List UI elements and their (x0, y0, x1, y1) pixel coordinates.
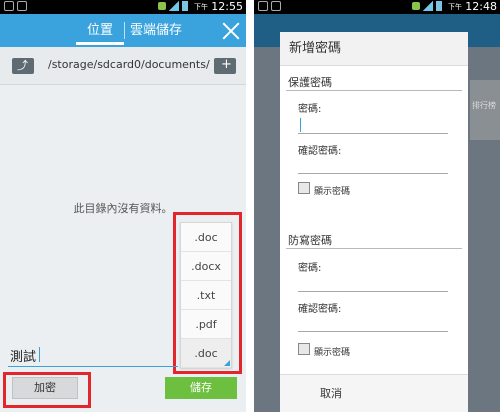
usb-icon (17, 1, 27, 11)
protect-password-section-title: 保護密碼 (288, 76, 332, 89)
write-password-label: 密碼: (298, 263, 322, 274)
extension-option-docx[interactable]: .docx (181, 252, 231, 281)
write-confirm-password-field[interactable] (298, 314, 448, 332)
filename-underline (8, 366, 178, 367)
password-label: 密碼: (298, 104, 322, 115)
new-folder-icon[interactable] (214, 57, 236, 74)
folder-up-icon[interactable] (12, 58, 34, 74)
status-icons (412, 1, 442, 11)
tab-bar: 位置 雲端儲存 (0, 14, 246, 47)
show-password-checkbox[interactable] (298, 182, 310, 194)
status-time: 12:55 (211, 0, 243, 13)
notification-icons (258, 1, 281, 11)
cancel-button[interactable]: 取消 (320, 385, 342, 401)
extension-option-doc[interactable]: .doc (181, 223, 231, 252)
screenshot-frame: 下午 12:55 位置 雲端儲存 /storage/sdcard0/docume… (0, 0, 500, 412)
signal-icon (169, 1, 179, 11)
close-icon[interactable] (222, 22, 240, 40)
extension-option-pdf[interactable]: .pdf (181, 310, 231, 339)
battery-icon (436, 1, 442, 11)
status-ampm: 下午 (194, 3, 208, 11)
status-ampm: 下午 (448, 3, 462, 11)
new-password-dialog: 新增密碼 保護密碼 密碼: 確認密碼: 顯示密碼 防寫密碼 密碼: 確認密碼: … (280, 32, 468, 412)
usb-icon (271, 1, 281, 11)
dimmed-label: 排行榜 (472, 101, 496, 110)
signal-icon (423, 1, 433, 11)
status-bar: 下午 12:48 (254, 0, 500, 14)
confirm-password-field[interactable] (298, 156, 448, 174)
sync-icon (412, 2, 420, 10)
save-button[interactable]: 儲存 (165, 377, 237, 399)
section-divider (286, 248, 462, 249)
dialog-button-bar: 取消 (280, 374, 468, 412)
password-dialog-screen: 下午 12:48 排行榜 新增密碼 保護密碼 密碼: 確認密碼: 顯示密碼 防寫… (254, 0, 500, 412)
save-dialog-screen: 下午 12:55 位置 雲端儲存 /storage/sdcard0/docume… (0, 0, 246, 412)
status-icons (158, 1, 188, 11)
write-confirm-password-label: 確認密碼: (298, 304, 342, 315)
notification-icon (258, 1, 268, 11)
text-cursor (39, 347, 40, 362)
dropdown-corner-icon (224, 360, 230, 366)
password-field[interactable] (298, 116, 448, 134)
tab-cloud-storage[interactable]: 雲端儲存 (128, 14, 184, 47)
file-extension-dropdown[interactable]: .doc .docx .txt .pdf .doc (180, 222, 232, 368)
dimmed-side-panel: 排行榜 (470, 80, 500, 140)
confirm-password-label: 確認密碼: (298, 146, 342, 157)
write-password-field[interactable] (298, 274, 448, 292)
write-show-password-checkbox[interactable] (298, 343, 310, 355)
write-protect-section-title: 防寫密碼 (288, 234, 332, 247)
status-bar: 下午 12:55 (0, 0, 246, 14)
notification-icons (4, 1, 27, 11)
dialog-title: 新增密碼 (280, 32, 468, 66)
text-cursor (300, 118, 301, 132)
tab-divider (124, 22, 125, 39)
write-show-password-label: 顯示密碼 (314, 348, 351, 358)
path-bar: /storage/sdcard0/documents/ (0, 47, 246, 85)
notification-icon (4, 1, 14, 11)
empty-folder-message: 此目錄內沒有資料。 (73, 202, 173, 215)
show-password-label: 顯示密碼 (314, 187, 351, 197)
section-divider (286, 90, 462, 91)
sync-icon (158, 2, 166, 10)
filename-input[interactable] (10, 344, 178, 366)
filename-row (0, 338, 180, 370)
current-path: /storage/sdcard0/documents/ (48, 58, 210, 71)
extension-option-txt[interactable]: .txt (181, 281, 231, 310)
battery-icon (182, 1, 188, 11)
image-divider (246, 0, 254, 412)
tab-location[interactable]: 位置 (76, 14, 124, 47)
status-time: 12:48 (465, 0, 497, 13)
encrypt-button[interactable]: 加密 (12, 377, 78, 399)
